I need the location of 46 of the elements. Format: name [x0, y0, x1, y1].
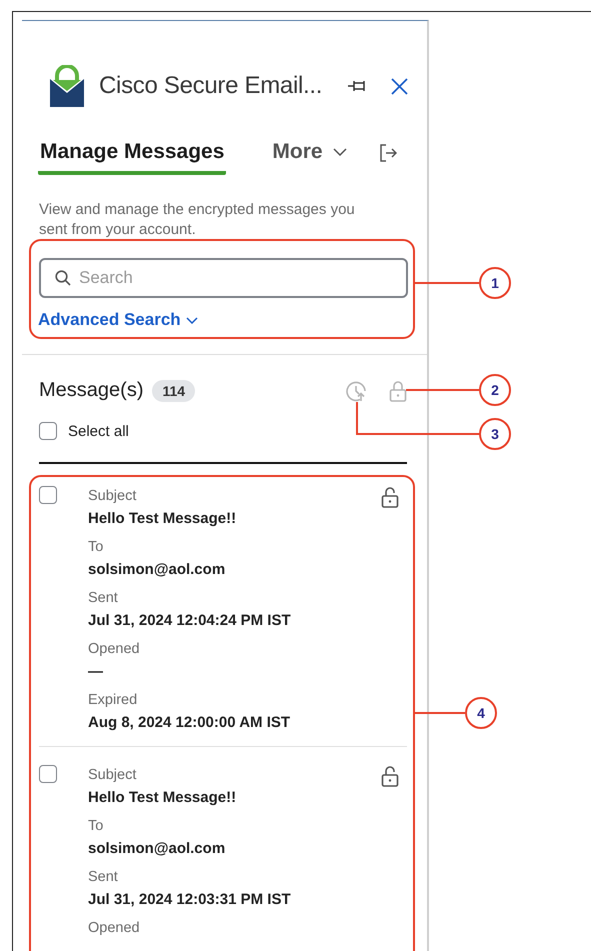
- callout-number: 4: [465, 697, 497, 729]
- field-label: Sent: [88, 868, 119, 886]
- field-label: To: [88, 538, 104, 556]
- search-field[interactable]: Search: [39, 258, 408, 298]
- field-label: Subject: [88, 488, 138, 504]
- callout-number: 3: [479, 418, 511, 450]
- message-checkbox[interactable]: [39, 486, 57, 504]
- leader-line: [415, 282, 479, 284]
- select-all-checkbox[interactable]: [39, 422, 57, 440]
- logo-icon: [49, 65, 85, 107]
- field-value: Jul 31, 2024 12:03:31 PM IST: [88, 890, 292, 908]
- lock-button[interactable]: [389, 380, 407, 402]
- clock-arrow-button[interactable]: [345, 380, 367, 402]
- app-title: Cisco Secure Email...: [99, 72, 322, 100]
- chevron-down-icon: [332, 148, 347, 156]
- chevron-down-icon: [186, 316, 198, 324]
- tab[interactable]: More: [270, 140, 349, 175]
- messages-heading: Message(s): [39, 379, 144, 402]
- callout-number: 1: [479, 267, 511, 299]
- logout-button[interactable]: [378, 144, 397, 162]
- field-value: solsimon@aol.com: [88, 560, 226, 578]
- unlocked-padlock-icon: [381, 764, 399, 786]
- field-value: Hello Test Message!!: [88, 510, 238, 528]
- padlock-icon: [389, 380, 407, 402]
- field-value: Aug 8, 2024 12:00:00 AM IST: [88, 714, 292, 732]
- message-count: 114: [152, 380, 196, 402]
- field-label: Subject: [88, 766, 138, 784]
- field-value: Jul 31, 2024 12:04:24 PM IST: [88, 612, 292, 630]
- tab[interactable]: Manage Messages: [38, 140, 226, 175]
- callout-number: 2: [479, 374, 511, 406]
- field-label: Sent: [88, 590, 119, 606]
- search-icon: [55, 270, 71, 286]
- field-label: Opened: [88, 920, 141, 936]
- field-label: Expired: [88, 692, 138, 708]
- field-label: Opened: [88, 640, 141, 658]
- field-value: Hello Test Message!!: [88, 788, 238, 806]
- unlocked-padlock-icon: [381, 486, 399, 508]
- description-text: View and manage the encrypted messages you sent from your account.: [39, 200, 356, 240]
- field-value: —: [88, 662, 104, 680]
- field-label: To: [88, 818, 104, 834]
- select-all-label: Select all: [68, 422, 129, 440]
- advanced-search-link[interactable]: Advanced Search: [38, 310, 198, 330]
- close-button[interactable]: [391, 78, 408, 94]
- field-value: solsimon@aol.com: [88, 840, 226, 858]
- leader-line: [415, 712, 465, 714]
- message-checkbox[interactable]: [39, 764, 57, 782]
